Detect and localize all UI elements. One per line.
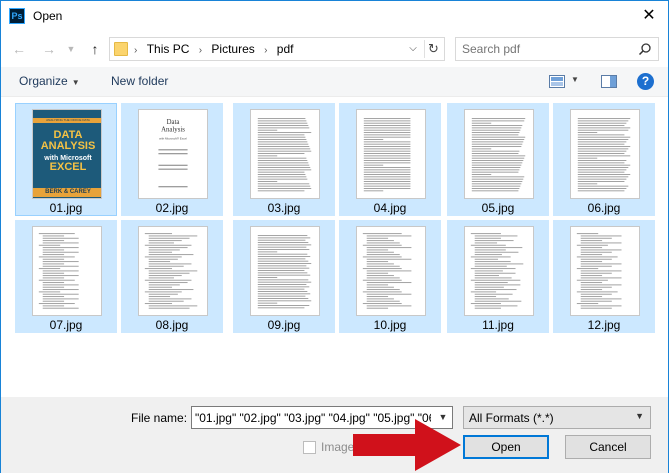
- file-tile-label: 10.jpg: [373, 318, 407, 332]
- page-preview: [144, 233, 198, 309]
- back-arrow-icon[interactable]: ←: [9, 39, 29, 59]
- breadcrumb-separator: ›: [134, 45, 138, 56]
- file-thumbnail: Data Analysis with Microsoft® Excel: [138, 109, 208, 199]
- file-tile[interactable]: 05.jpg: [447, 103, 549, 216]
- file-tile-label: 01.jpg: [49, 201, 83, 215]
- file-view: ANALYZING THE OFFICE DATA DATA ANALYSIS wit…: [1, 98, 668, 397]
- help-icon[interactable]: ?: [637, 73, 654, 90]
- file-tile-label: 08.jpg: [155, 318, 189, 332]
- file-tile[interactable]: 12.jpg: [553, 220, 655, 333]
- close-button[interactable]: ✕: [638, 5, 660, 27]
- breadcrumb-separator: ›: [264, 45, 268, 56]
- file-tile[interactable]: 06.jpg: [553, 103, 655, 216]
- search-icon: [638, 43, 651, 56]
- cover-title-line: EXCEL: [49, 161, 87, 173]
- open-dialog: Ps Open ✕ ← → ▼ ↑ › This PC › Pictures ›…: [0, 0, 669, 473]
- breadcrumb-pdf[interactable]: pdf: [277, 42, 294, 56]
- page-preview: [257, 235, 312, 309]
- file-thumbnail: [356, 226, 426, 316]
- file-tile-label: 05.jpg: [481, 201, 515, 215]
- file-thumbnail: [464, 109, 534, 199]
- toolbar: Organize ▼ New folder ▼ ?: [1, 67, 668, 97]
- file-tile-label: 07.jpg: [49, 318, 83, 332]
- navigation-row: ← → ▼ ↑ › This PC › Pictures › pdf ⌵ ↻: [1, 35, 668, 63]
- cancel-button[interactable]: Cancel: [565, 435, 651, 459]
- image-sequence-checkbox[interactable]: [303, 441, 316, 454]
- file-thumbnail: [250, 109, 320, 199]
- chevron-down-icon: ▼: [635, 411, 644, 421]
- red-arrow-icon: [353, 419, 461, 471]
- file-tile-label: 12.jpg: [587, 318, 621, 332]
- file-thumbnail: [250, 226, 320, 316]
- page-preview: [471, 118, 526, 192]
- file-thumbnail: [32, 226, 102, 316]
- organize-label: Organize: [19, 74, 68, 88]
- file-tile[interactable]: 10.jpg: [339, 220, 441, 333]
- page-preview: [257, 118, 312, 192]
- file-tile-label: 09.jpg: [267, 318, 301, 332]
- file-tile[interactable]: 09.jpg: [233, 220, 335, 333]
- address-dropdown-chevron-icon[interactable]: ⌵: [406, 42, 420, 56]
- dialog-footer: File name: ▼ All Formats (*.*) ▼ Image O…: [1, 397, 668, 473]
- file-tile[interactable]: 03.jpg: [233, 103, 335, 216]
- page-preview: [577, 118, 631, 192]
- page-preview: [576, 233, 622, 309]
- dialog-title: Open: [33, 9, 63, 23]
- page-preview: [38, 233, 79, 309]
- breadcrumb: › This PC › Pictures › pdf: [134, 42, 299, 56]
- chevron-down-icon: ▼: [71, 78, 80, 87]
- open-button[interactable]: Open: [463, 435, 549, 459]
- file-tile[interactable]: 08.jpg: [121, 220, 223, 333]
- forward-arrow-icon[interactable]: →: [39, 39, 59, 59]
- breadcrumb-pictures[interactable]: Pictures: [211, 42, 254, 56]
- image-sequence-label: Image: [321, 440, 355, 454]
- file-thumbnail: [464, 226, 534, 316]
- cover-title-line: ANALYSIS: [40, 140, 96, 152]
- file-type-select[interactable]: All Formats (*.*) ▼: [463, 406, 651, 429]
- view-options-chevron-icon[interactable]: ▼: [571, 75, 579, 84]
- file-thumbnail: [138, 226, 208, 316]
- file-tile[interactable]: Data Analysis with Microsoft® Excel 02.jpg: [121, 103, 223, 216]
- breadcrumb-this-pc[interactable]: This PC: [147, 42, 190, 56]
- file-tile[interactable]: ANALYZING THE OFFICE DATA DATA ANALYSIS wit…: [15, 103, 117, 216]
- file-tile-label: 03.jpg: [267, 201, 301, 215]
- page-preview: Data Analysis with Microsoft® Excel: [158, 119, 188, 188]
- recent-locations-chevron-icon[interactable]: ▼: [61, 39, 81, 59]
- file-thumbnail: ANALYZING THE OFFICE DATA DATA ANALYSIS wit…: [32, 109, 102, 199]
- file-tile[interactable]: 11.jpg: [447, 220, 549, 333]
- page-preview: [363, 118, 411, 192]
- page-preview: [362, 233, 412, 309]
- folder-icon: [114, 42, 128, 56]
- cover-author: BERK & CAREY: [33, 188, 101, 197]
- search-box[interactable]: [455, 37, 659, 61]
- file-name-label: File name:: [131, 411, 188, 425]
- title-page-subtitle: with Microsoft® Excel: [159, 136, 187, 140]
- cover-band: ANALYZING THE OFFICE DATA: [33, 118, 101, 123]
- preview-pane-icon[interactable]: [601, 75, 617, 88]
- up-arrow-icon[interactable]: ↑: [85, 39, 105, 59]
- file-tile[interactable]: 07.jpg: [15, 220, 117, 333]
- address-bar[interactable]: › This PC › Pictures › pdf ⌵ ↻: [109, 37, 445, 61]
- photoshop-icon: Ps: [9, 8, 25, 24]
- page-preview: [470, 233, 524, 309]
- file-type-value: All Formats (*.*): [469, 411, 554, 425]
- new-folder-button[interactable]: New folder: [111, 74, 168, 88]
- title-page-text: Data Analysis: [161, 119, 185, 134]
- title-bar: Ps Open ✕: [1, 1, 668, 31]
- breadcrumb-separator: ›: [198, 45, 203, 56]
- file-tile[interactable]: 04.jpg: [339, 103, 441, 216]
- file-thumbnail: [356, 109, 426, 199]
- organize-button[interactable]: Organize ▼: [19, 74, 80, 88]
- search-input[interactable]: [462, 41, 632, 57]
- file-tile-label: 04.jpg: [373, 201, 407, 215]
- file-tile-label: 11.jpg: [482, 318, 514, 332]
- file-tile-label: 06.jpg: [587, 201, 621, 215]
- file-thumbnail: [570, 109, 640, 199]
- file-thumbnail: [570, 226, 640, 316]
- refresh-icon[interactable]: ↻: [424, 40, 442, 58]
- change-view-icon[interactable]: [549, 75, 565, 88]
- file-tile-label: 02.jpg: [155, 201, 189, 215]
